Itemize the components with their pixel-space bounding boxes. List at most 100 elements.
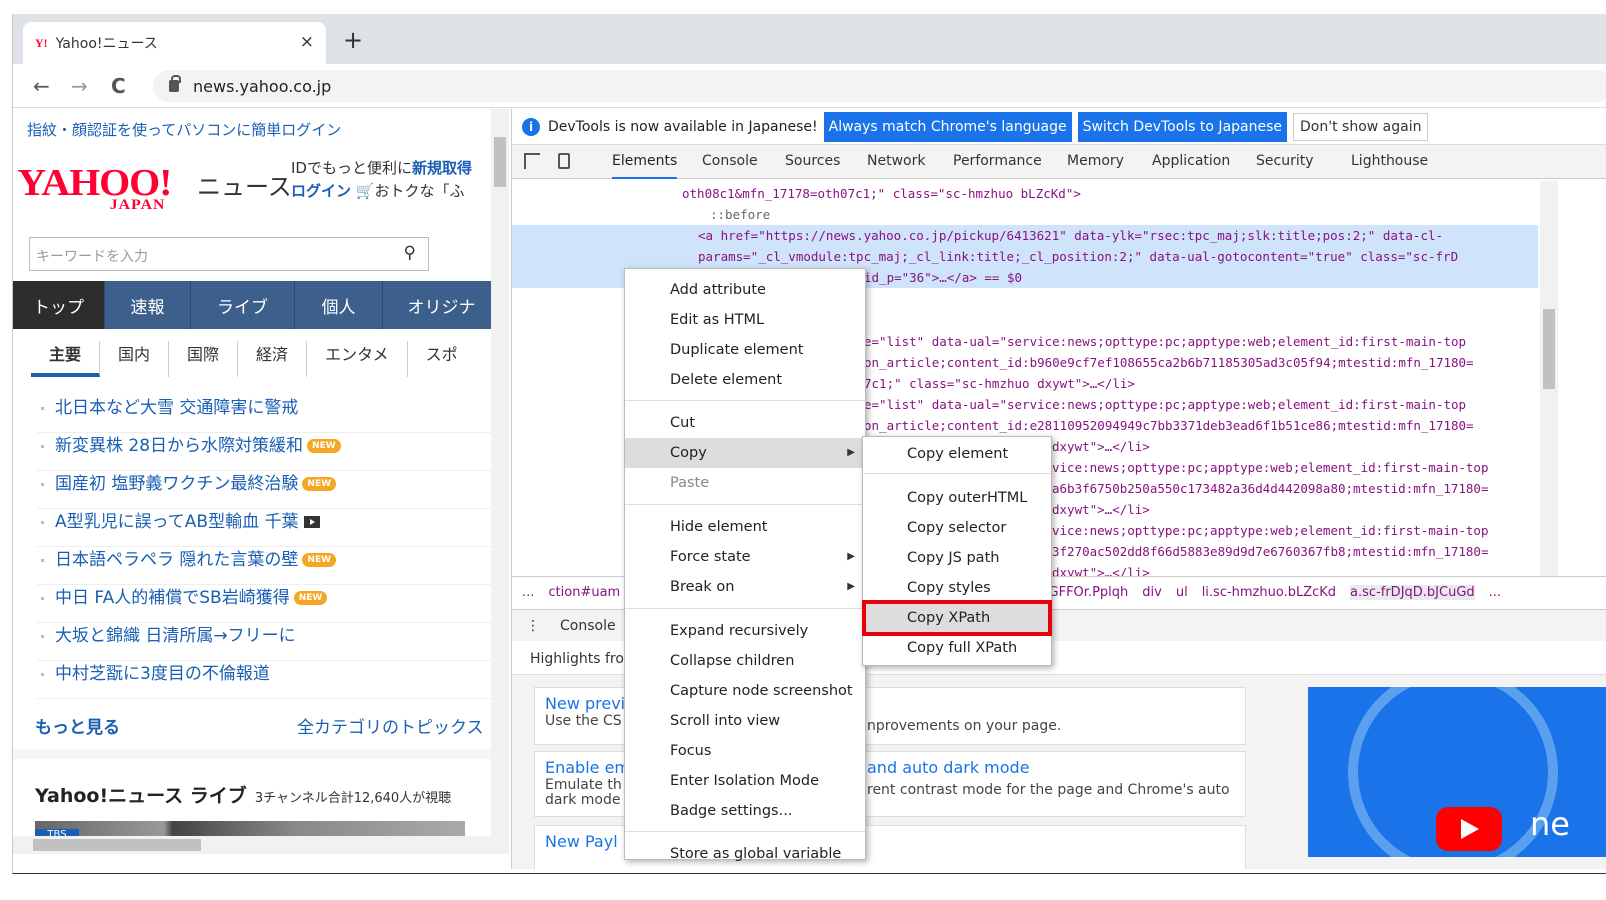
tab-memory[interactable]: Memory	[1067, 153, 1124, 169]
signup-link[interactable]: 新規取得	[412, 159, 472, 177]
elements-scrollbar[interactable]	[1540, 181, 1558, 576]
crumb[interactable]: ...	[522, 585, 534, 600]
menu-add-attribute[interactable]: Add attribute	[625, 275, 865, 305]
menu-collapse-children[interactable]: Collapse children	[625, 646, 865, 676]
menu-store-global[interactable]: Store as global variable	[625, 839, 865, 869]
code-line[interactable]: on_article;content_id:b960e9cf7ef108655c…	[864, 352, 1474, 373]
menu-copy-outerhtml[interactable]: Copy outerHTML	[863, 483, 1051, 513]
nav-live[interactable]: ライブ	[191, 281, 295, 329]
crumb[interactable]: div	[1142, 585, 1162, 600]
menu-capture-screenshot[interactable]: Capture node screenshot	[625, 676, 865, 706]
menu-copy-selector[interactable]: Copy selector	[863, 513, 1051, 543]
menu-paste[interactable]: Paste	[625, 468, 865, 498]
code-line-selected[interactable]: <a href="https://news.yahoo.co.jp/pickup…	[512, 225, 1538, 246]
menu-duplicate-element[interactable]: Duplicate element	[625, 335, 865, 365]
address-bar[interactable]: news.yahoo.co.jp	[153, 70, 1606, 102]
cat-sports[interactable]: スポ	[408, 341, 476, 377]
news-item[interactable]: A型乳児に誤ってAB型輸血 千葉	[37, 509, 497, 547]
device-toolbar-icon[interactable]	[558, 153, 570, 169]
browser-tab[interactable]: Y! Yahoo!ニュース ×	[23, 22, 326, 64]
menu-break-on[interactable]: Break on ▶	[625, 572, 865, 602]
switch-language-button[interactable]: Switch DevTools to Japanese	[1077, 111, 1288, 142]
nav-personal[interactable]: 個人	[295, 281, 383, 329]
news-item[interactable]: 中日 FA人的補償でSB岩崎獲得 NEW	[37, 585, 497, 623]
drawer-console-tab[interactable]: Console	[560, 618, 616, 634]
all-category-link[interactable]: 全カテゴリのトピックス	[297, 713, 484, 738]
cat-domestic[interactable]: 国内	[100, 341, 170, 377]
menu-isolation-mode[interactable]: Enter Isolation Mode	[625, 766, 865, 796]
menu-cut[interactable]: Cut	[625, 408, 865, 438]
code-line[interactable]: dxywt">…</li>	[1052, 436, 1150, 457]
promo-link[interactable]: 指紋・顔認証を使ってパソコンに簡単ログイン	[27, 119, 341, 140]
code-line[interactable]: a6b3f6750b250a550c173482a36d4d442098a80;…	[1052, 478, 1489, 499]
menu-force-state[interactable]: Force state ▶	[625, 542, 865, 572]
dont-show-button[interactable]: Don't show again	[1293, 112, 1429, 141]
tab-security[interactable]: Security	[1256, 153, 1314, 169]
cat-intl[interactable]: 国際	[169, 341, 239, 377]
code-line[interactable]: vice:news;opttype:pc;apptype:web;element…	[1052, 457, 1489, 478]
reload-icon[interactable]: C	[111, 74, 126, 98]
page-horizontal-scrollbar[interactable]	[13, 836, 491, 854]
menu-delete-element[interactable]: Delete element	[625, 365, 865, 395]
code-line[interactable]: 7c1;" class="sc-hmzhuo dxywt">…</li>	[864, 373, 1135, 394]
menu-copy-styles[interactable]: Copy styles	[863, 573, 1051, 603]
cat-economy[interactable]: 経済	[238, 341, 308, 377]
back-icon[interactable]: ←	[33, 74, 50, 98]
menu-edit-as-html[interactable]: Edit as HTML	[625, 305, 865, 335]
tab-elements[interactable]: Elements	[612, 153, 678, 179]
code-line[interactable]: e="list" data-ual="service:news;opttype:…	[864, 394, 1466, 415]
crumb[interactable]: -jGFFOr.Pplqh	[1040, 585, 1128, 600]
scroll-thumb[interactable]	[1543, 309, 1555, 389]
search-icon[interactable]: ⚲	[404, 243, 416, 263]
code-line[interactable]: e="list" data-ual="service:news;opttype:…	[864, 331, 1466, 352]
play-icon[interactable]	[1436, 807, 1502, 851]
search-input[interactable]: キーワードを入力 ⚲	[29, 237, 429, 271]
crumb-selected[interactable]: a.sc-frDJqD.bJCuGd	[1350, 585, 1475, 600]
menu-hide-element[interactable]: Hide element	[625, 512, 865, 542]
nav-top[interactable]: トップ	[13, 281, 105, 329]
nav-breaking[interactable]: 速報	[105, 281, 191, 329]
always-match-button[interactable]: Always match Chrome's language	[823, 111, 1072, 142]
news-item[interactable]: 北日本など大雪 交通障害に警戒	[37, 395, 497, 433]
tab-sources[interactable]: Sources	[785, 153, 840, 169]
crumb[interactable]: li.sc-hmzhuo.bLZcKd	[1202, 585, 1336, 600]
news-item[interactable]: 中村芝翫に3度目の不倫報道	[37, 661, 497, 699]
tab-application[interactable]: Application	[1152, 153, 1230, 169]
code-line[interactable]: dxywt">…</li>	[1052, 562, 1150, 576]
tab-lighthouse[interactable]: Lighthouse	[1351, 153, 1428, 169]
tab-console[interactable]: Console	[702, 153, 758, 169]
crumb[interactable]: ul	[1176, 585, 1188, 600]
deal-text[interactable]: おトクな「ふ	[374, 182, 464, 200]
menu-copy-element[interactable]: Copy element	[863, 439, 1051, 469]
code-line[interactable]: 3f270ac502dd8f66d5883e89d9d7e6760367fb8;…	[1052, 541, 1489, 562]
page-vertical-scrollbar[interactable]	[491, 109, 509, 854]
news-item[interactable]: 新変異株 28日から水際対策緩和 NEW	[37, 433, 497, 471]
inspect-icon[interactable]	[524, 153, 540, 169]
cat-main[interactable]: 主要	[31, 341, 101, 377]
code-line[interactable]: on_article;content_id:e28110952094949c7b…	[864, 415, 1474, 436]
menu-scroll-into-view[interactable]: Scroll into view	[625, 706, 865, 736]
code-line[interactable]: oth08c1&mfn_17178=oth07c1;" class="sc-hm…	[682, 183, 1081, 204]
menu-expand-recursively[interactable]: Expand recursively	[625, 616, 865, 646]
forward-icon[interactable]: →	[71, 74, 88, 98]
scroll-thumb[interactable]	[33, 839, 201, 851]
news-item[interactable]: 日本語ペラペラ 隠れた言葉の壁 NEW	[37, 547, 497, 585]
tab-network[interactable]: Network	[867, 153, 925, 169]
crumb[interactable]: ...	[1489, 585, 1501, 600]
code-line-selected[interactable]: params="_cl_vmodule:tpc_maj;_cl_link:tit…	[512, 246, 1538, 267]
yahoo-logo[interactable]: YAHOO! JAPAN	[17, 161, 172, 213]
menu-copy-full-xpath[interactable]: Copy full XPath	[863, 633, 1051, 663]
video-thumbnail[interactable]: ne	[1308, 687, 1606, 857]
close-tab-icon[interactable]: ×	[300, 32, 314, 52]
menu-badge-settings[interactable]: Badge settings...	[625, 796, 865, 826]
new-tab-button[interactable]: +	[343, 26, 363, 54]
news-item[interactable]: 国産初 塩野義ワクチン最終治験 NEW	[37, 471, 497, 509]
login-link[interactable]: ログイン	[291, 182, 351, 200]
code-line[interactable]: vice:news;opttype:pc;apptype:web;element…	[1052, 520, 1489, 541]
code-line[interactable]: dxywt">…</li>	[1052, 499, 1150, 520]
kebab-menu-icon[interactable]: ⋮	[526, 618, 540, 634]
news-item[interactable]: 大坂と錦織 日清所属→フリーに	[37, 623, 497, 661]
tab-performance[interactable]: Performance	[953, 153, 1042, 169]
nav-original[interactable]: オリジナ	[383, 281, 501, 329]
menu-focus[interactable]: Focus	[625, 736, 865, 766]
